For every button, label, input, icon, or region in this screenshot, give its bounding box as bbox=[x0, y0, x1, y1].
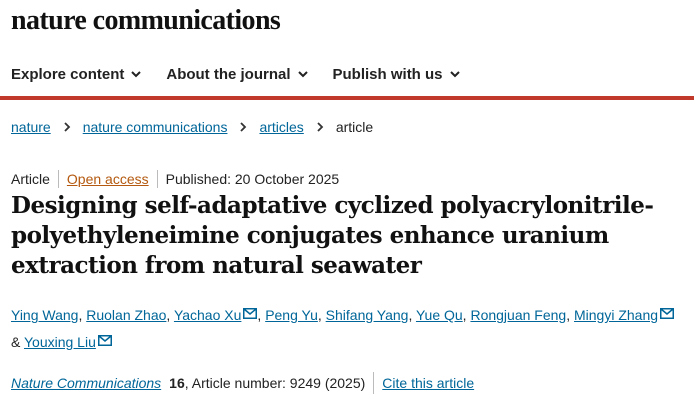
author-link[interactable]: Youxing Liu bbox=[24, 334, 96, 350]
accent-divider bbox=[0, 96, 694, 100]
breadcrumb-nature[interactable]: nature bbox=[11, 119, 51, 135]
main-nav: Explore content About the journal Publis… bbox=[0, 52, 694, 96]
mail-icon[interactable] bbox=[243, 308, 258, 319]
chevron-right-icon bbox=[58, 120, 76, 134]
author-link[interactable]: Shifang Yang bbox=[326, 307, 409, 323]
author-list: Ying Wang, Ruolan Zhao, Yachao Xu, Peng … bbox=[11, 302, 691, 356]
nav-label: Explore content bbox=[11, 65, 125, 83]
article-type: Article bbox=[11, 171, 50, 187]
chevron-down-icon bbox=[297, 71, 308, 78]
volume-number: 16 bbox=[169, 375, 185, 391]
breadcrumb-current: article bbox=[335, 119, 374, 135]
article-meta: Article Open access Published: 20 Octobe… bbox=[11, 170, 339, 188]
mail-icon[interactable] bbox=[660, 308, 675, 319]
site-logo[interactable]: nature communications bbox=[11, 5, 281, 37]
nav-label: About the journal bbox=[166, 65, 291, 83]
nav-publish-with-us[interactable]: Publish with us bbox=[333, 66, 461, 83]
nav-about-journal[interactable]: About the journal bbox=[166, 66, 308, 83]
author-link[interactable]: Mingyi Zhang bbox=[574, 307, 658, 323]
nav-explore-content[interactable]: Explore content bbox=[11, 66, 142, 83]
author-link[interactable]: Yue Qu bbox=[416, 307, 463, 323]
nav-label: Publish with us bbox=[332, 65, 443, 83]
author-link[interactable]: Ruolan Zhao bbox=[86, 307, 166, 323]
cite-this-article-link[interactable]: Cite this article bbox=[382, 375, 474, 391]
journal-link[interactable]: Nature Communications bbox=[11, 375, 161, 391]
meta-divider bbox=[156, 170, 158, 188]
chevron-down-icon bbox=[449, 71, 460, 78]
author-link[interactable]: Ying Wang bbox=[11, 307, 78, 323]
published-date: Published: 20 October 2025 bbox=[165, 171, 340, 187]
author-link[interactable]: Yachao Xu bbox=[174, 307, 241, 323]
breadcrumb: nature nature communications articles ar… bbox=[11, 119, 373, 135]
author-link[interactable]: Peng Yu bbox=[265, 307, 318, 323]
chevron-down-icon bbox=[131, 71, 142, 78]
article-number: , Article number: 9249 (2025) bbox=[184, 375, 366, 391]
meta-divider bbox=[57, 170, 59, 188]
author-link[interactable]: Rongjuan Feng bbox=[470, 307, 566, 323]
open-access-link[interactable]: Open access bbox=[67, 171, 149, 187]
chevron-right-icon bbox=[311, 120, 329, 134]
chevron-right-icon bbox=[234, 120, 252, 134]
author-ampersand: & bbox=[11, 334, 21, 350]
breadcrumb-articles[interactable]: articles bbox=[259, 119, 303, 135]
mail-icon[interactable] bbox=[97, 335, 112, 346]
breadcrumb-nature-communications[interactable]: nature communications bbox=[83, 119, 228, 135]
citation-divider bbox=[373, 372, 375, 394]
citation-line: Nature Communications 16 , Article numbe… bbox=[11, 372, 474, 394]
article-title: Designing self-adaptative cyclized polya… bbox=[11, 192, 654, 279]
